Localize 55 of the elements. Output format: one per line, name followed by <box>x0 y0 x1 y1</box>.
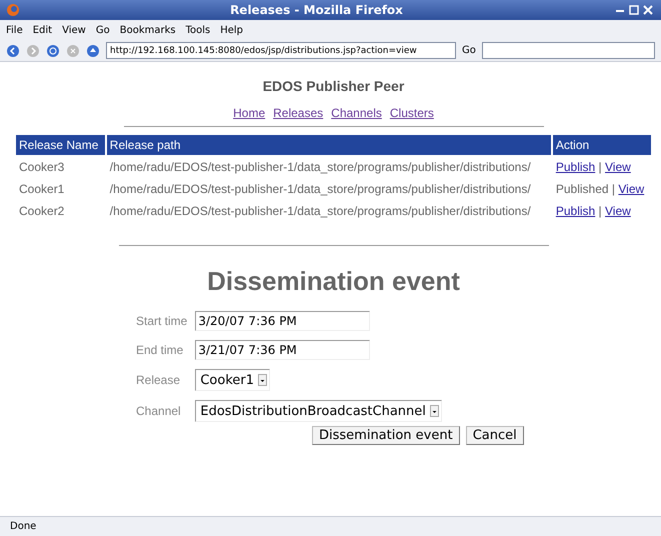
nav-link[interactable]: Clusters <box>390 106 434 120</box>
submit-button[interactable]: Dissemination event <box>312 426 460 445</box>
menu-item[interactable]: Bookmarks <box>120 24 176 36</box>
nav-link[interactable]: Channels <box>331 106 382 120</box>
publish-link[interactable]: Publish <box>556 204 596 218</box>
status-text: Published <box>556 182 609 196</box>
menu-item[interactable]: Help <box>220 24 244 36</box>
separator: | <box>612 182 616 196</box>
menu-item[interactable]: Tools <box>186 24 210 36</box>
view-link[interactable]: View <box>605 160 631 174</box>
column-header: Release path <box>106 135 551 155</box>
view-link[interactable]: View <box>605 204 631 218</box>
back-icon[interactable] <box>6 44 20 58</box>
address-text: http://192.168.100.145:8080/edos/jsp/distributions.jsp?action=view <box>110 46 417 56</box>
site-heading: EDOS Publisher Peer <box>262 78 404 94</box>
menu-item[interactable]: Edit <box>32 24 52 36</box>
home-icon[interactable] <box>86 44 100 58</box>
menu-item[interactable]: View <box>62 24 86 36</box>
table-cell-text: Cooker3 <box>18 159 66 176</box>
caret-icon[interactable] <box>258 374 268 386</box>
dropdown[interactable]: Cooker1 <box>195 369 270 391</box>
text-field[interactable]: 3/20/07 7:36 PM <box>195 311 370 331</box>
table-cell-text: Cooker2 <box>18 203 66 220</box>
form-title: Dissemination event <box>207 266 460 297</box>
menu-item[interactable]: Go <box>96 24 110 36</box>
nav-link[interactable]: Releases <box>273 106 324 120</box>
status-text: Done <box>10 521 36 532</box>
field-label: End time <box>136 343 184 357</box>
nav-link[interactable]: Home <box>233 106 266 120</box>
column-header: Release Name <box>16 135 105 155</box>
search-field[interactable] <box>482 42 655 59</box>
text-field[interactable]: 3/21/07 7:36 PM <box>195 340 370 360</box>
field-label: Release <box>136 373 182 387</box>
browser-logo-icon <box>6 3 20 17</box>
table-cell-text: Cooker1 <box>18 181 66 198</box>
go-button[interactable]: Go <box>462 45 476 56</box>
separator: | <box>598 204 602 218</box>
separator: | <box>598 160 602 174</box>
window-title: Releases - Mozilla Firefox <box>229 3 404 17</box>
table-cell-text: /home/radu/EDOS/test-publisher-1/data_store/programs/publisher/distributions/ <box>108 159 532 176</box>
dropdown[interactable]: EdosDistributionBroadcastChannel <box>195 400 442 422</box>
column-header: Action <box>552 135 651 155</box>
table-cell-text: /home/radu/EDOS/test-publisher-1/data_store/programs/publisher/distributions/ <box>108 203 532 220</box>
caret-icon[interactable] <box>430 405 439 417</box>
field-label: Start time <box>136 314 188 328</box>
table-cell-text: /home/radu/EDOS/test-publisher-1/data_store/programs/publisher/distributions/ <box>108 181 532 198</box>
publish-link[interactable]: Publish <box>556 160 596 174</box>
address-field[interactable]: http://192.168.100.145:8080/edos/jsp/distributions.jsp?action=view <box>106 42 456 59</box>
cancel-button[interactable]: Cancel <box>466 426 524 445</box>
maximize-icon[interactable] <box>627 3 641 17</box>
field-label: Channel <box>136 404 182 418</box>
reload-icon[interactable] <box>46 44 60 58</box>
menu-item[interactable]: File <box>6 24 23 36</box>
close-icon[interactable] <box>641 3 655 17</box>
view-link[interactable]: View <box>618 182 644 196</box>
